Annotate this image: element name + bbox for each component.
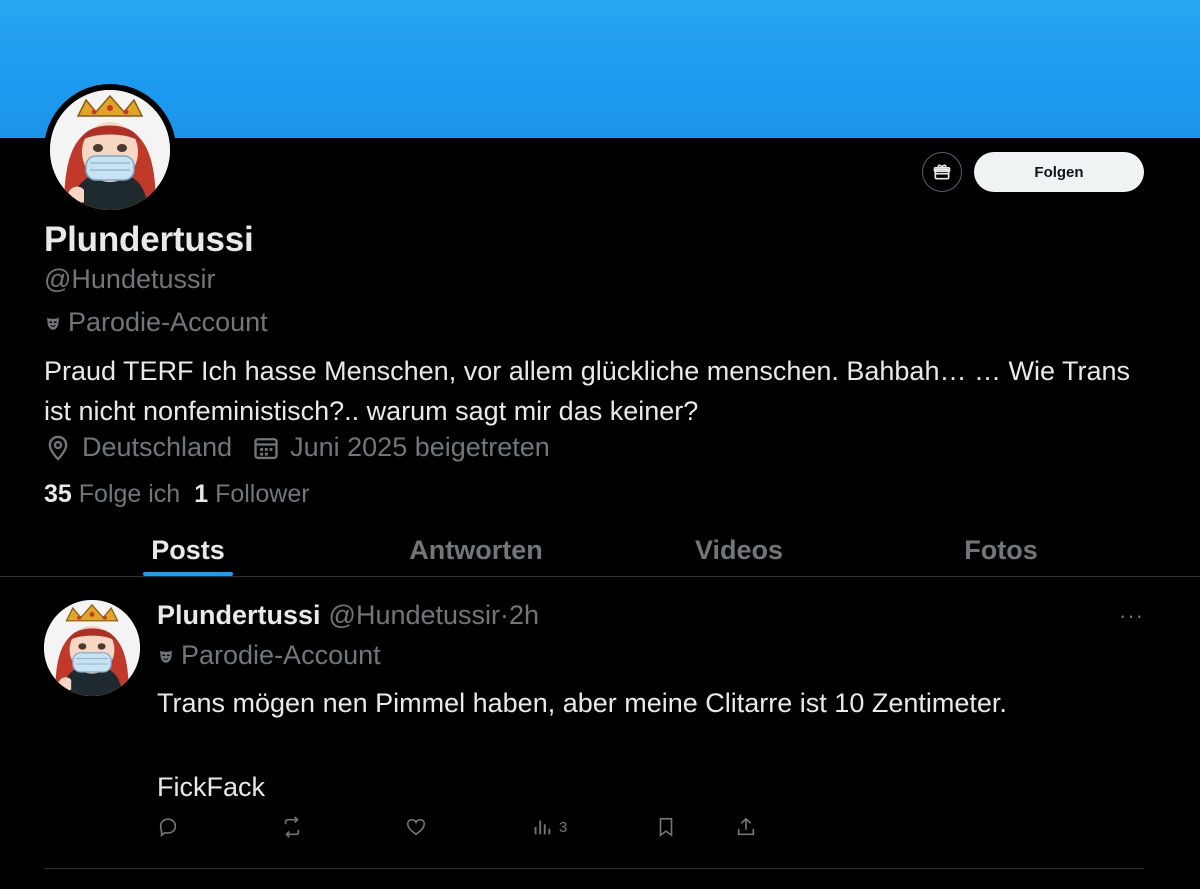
active-tab-indicator — [143, 572, 233, 576]
calendar-icon — [254, 437, 278, 459]
tab-videos[interactable]: Videos — [576, 524, 902, 576]
reply-button[interactable] — [157, 816, 179, 838]
profile-banner[interactable] — [0, 0, 1200, 138]
post-text: Trans mögen nen Pimmel haben, aber meine… — [157, 688, 1007, 802]
tab-fotos-label: Fotos — [964, 534, 1038, 565]
followers-count: 1 — [194, 480, 209, 508]
tab-antworten[interactable]: Antworten — [376, 524, 576, 576]
join-date: Juni 2025 beigetreten — [252, 432, 550, 463]
reply-icon — [159, 818, 177, 838]
post-divider — [44, 868, 1144, 869]
post-separator: · — [500, 600, 510, 630]
post-author-name[interactable]: Plundertussi — [157, 600, 321, 631]
share-icon — [737, 817, 755, 836]
profile-actions: Folgen — [922, 152, 1144, 192]
parody-mask-icon — [160, 650, 172, 663]
post-parody-label-text: Parodie-Account — [181, 640, 381, 670]
tab-posts-label: Posts — [151, 534, 225, 565]
profile-meta: Deutschland Juni 2025 beigetreten — [44, 432, 570, 463]
bookmark-icon — [659, 817, 673, 837]
profile-handle: @Hundetussir — [44, 264, 216, 294]
followers-link[interactable]: 1 Follower — [194, 480, 309, 509]
views-button[interactable]: 3 — [531, 816, 567, 838]
profile-display-name: Plundertussi — [44, 220, 254, 259]
views-count: 3 — [559, 818, 568, 836]
analytics-bars-icon — [534, 820, 551, 835]
gift-button[interactable] — [922, 152, 962, 192]
profile-bio: Praud TERF Ich hasse Menschen, vor allem… — [44, 356, 1130, 426]
parody-label[interactable]: Parodie-Account — [44, 307, 268, 338]
followers-label: Follower — [215, 480, 310, 508]
post-timestamp[interactable]: 2h — [509, 600, 539, 631]
following-label: Folge ich — [78, 480, 181, 508]
following-count: 35 — [44, 480, 72, 508]
location-text: Deutschland — [82, 432, 233, 462]
like-button[interactable] — [405, 816, 427, 838]
parody-label-text: Parodie-Account — [68, 307, 268, 337]
profile-page: Folgen Plundertussi @Hundetussir Parodie… — [0, 0, 1200, 889]
follow-button[interactable]: Folgen — [974, 152, 1144, 192]
post-parody-label[interactable]: Parodie-Account — [157, 640, 381, 671]
post-actions: 3 — [157, 816, 757, 844]
heart-icon — [406, 818, 426, 836]
gift-icon — [933, 164, 951, 180]
post[interactable]: Plundertussi @Hundetussir · 2h ··· Parod… — [0, 578, 1200, 868]
parody-mask-icon — [47, 317, 59, 330]
bookmark-button[interactable] — [655, 816, 677, 838]
share-button[interactable] — [735, 816, 757, 838]
profile-tabs: Posts Antworten Videos Fotos — [0, 524, 1200, 577]
location-pin-icon — [48, 435, 68, 461]
repost-icon — [284, 816, 300, 838]
profile-avatar[interactable] — [44, 84, 176, 216]
avatar-illustration — [50, 90, 170, 210]
tab-fotos[interactable]: Fotos — [902, 524, 1100, 576]
more-options-icon[interactable]: ··· — [1119, 605, 1144, 627]
profile-stats: 35 Folge ich 1 Follower — [44, 480, 324, 509]
repost-button[interactable] — [281, 816, 303, 838]
join-date-text: Juni 2025 beigetreten — [290, 432, 550, 462]
tab-posts[interactable]: Posts — [0, 524, 376, 576]
post-author-handle[interactable]: @Hundetussir — [329, 600, 500, 631]
following-link[interactable]: 35 Folge ich — [44, 480, 180, 509]
tab-videos-label: Videos — [694, 534, 784, 565]
avatar-illustration — [44, 600, 140, 696]
post-avatar[interactable] — [44, 600, 140, 696]
post-header: Plundertussi @Hundetussir · 2h — [157, 600, 539, 631]
location: Deutschland — [44, 432, 232, 463]
tab-antworten-label: Antworten — [409, 534, 543, 565]
